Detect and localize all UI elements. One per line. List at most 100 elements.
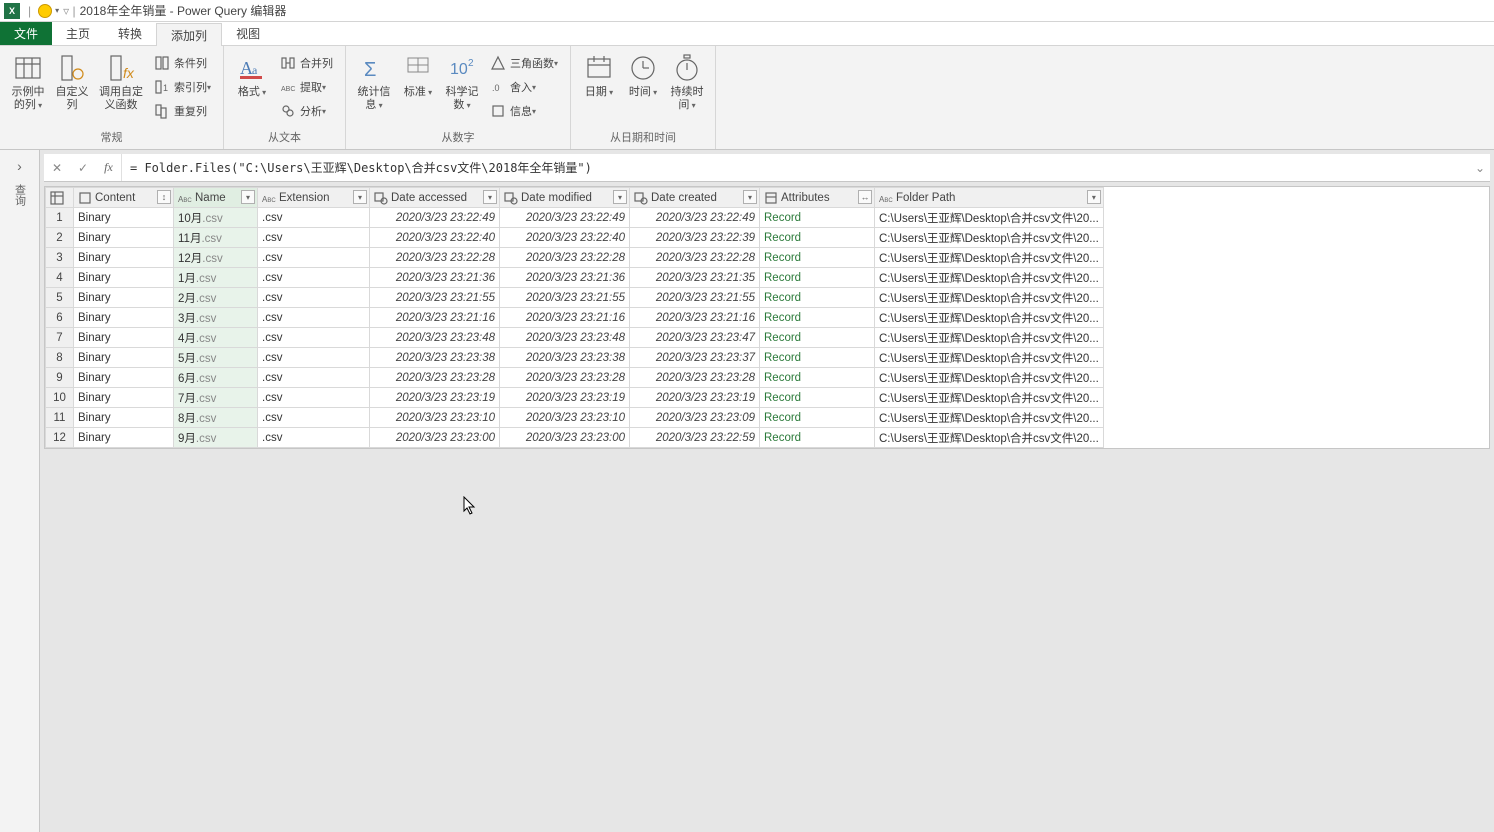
cell-date-created[interactable]: 2020/3/23 23:23:09 xyxy=(630,408,760,428)
cell-attributes[interactable]: Record xyxy=(760,228,875,248)
cell-extension[interactable]: .csv xyxy=(258,228,370,248)
row-number[interactable]: 9 xyxy=(46,368,74,388)
table-row[interactable]: 10Binary7月.csv.csv2020/3/23 23:23:192020… xyxy=(46,388,1104,408)
cell-folder-path[interactable]: C:\Users\王亚辉\Desktop\合并csv文件\20... xyxy=(875,288,1104,308)
cell-content[interactable]: Binary xyxy=(74,308,174,328)
parse-button[interactable]: 分析 xyxy=(276,100,337,122)
cell-name[interactable]: 3月.csv xyxy=(174,308,258,328)
cell-date-accessed[interactable]: 2020/3/23 23:21:16 xyxy=(370,308,500,328)
cell-name[interactable]: 4月.csv xyxy=(174,328,258,348)
column-header-date-modified[interactable]: Date modified▾ xyxy=(500,188,630,208)
cell-name[interactable]: 2月.csv xyxy=(174,288,258,308)
cell-date-modified[interactable]: 2020/3/23 23:23:38 xyxy=(500,348,630,368)
cell-name[interactable]: 9月.csv xyxy=(174,428,258,448)
row-number[interactable]: 2 xyxy=(46,228,74,248)
extract-button[interactable]: ABC提取 xyxy=(276,76,337,98)
cell-date-accessed[interactable]: 2020/3/23 23:23:38 xyxy=(370,348,500,368)
tab-view[interactable]: 视图 xyxy=(222,22,274,45)
cell-extension[interactable]: .csv xyxy=(258,388,370,408)
filter-extension-icon[interactable]: ▾ xyxy=(353,190,367,204)
cell-date-modified[interactable]: 2020/3/23 23:23:48 xyxy=(500,328,630,348)
cell-content[interactable]: Binary xyxy=(74,428,174,448)
cell-extension[interactable]: .csv xyxy=(258,328,370,348)
cell-date-modified[interactable]: 2020/3/23 23:22:49 xyxy=(500,208,630,228)
column-header-date-created[interactable]: Date created▾ xyxy=(630,188,760,208)
column-header-attributes[interactable]: Attributes↔ xyxy=(760,188,875,208)
table-row[interactable]: 4Binary1月.csv.csv2020/3/23 23:21:362020/… xyxy=(46,268,1104,288)
cell-date-modified[interactable]: 2020/3/23 23:23:19 xyxy=(500,388,630,408)
cell-content[interactable]: Binary xyxy=(74,408,174,428)
cell-date-modified[interactable]: 2020/3/23 23:22:40 xyxy=(500,228,630,248)
queries-label[interactable]: 查询 xyxy=(12,184,28,206)
filter-accessed-icon[interactable]: ▾ xyxy=(483,190,497,204)
accept-formula-button[interactable]: ✓ xyxy=(70,154,96,181)
row-number[interactable]: 11 xyxy=(46,408,74,428)
filter-created-icon[interactable]: ▾ xyxy=(743,190,757,204)
index-column-button[interactable]: 1索引列 xyxy=(150,76,215,98)
cell-content[interactable]: Binary xyxy=(74,348,174,368)
information-button[interactable]: 信息 xyxy=(486,100,562,122)
cell-content[interactable]: Binary xyxy=(74,388,174,408)
time-button[interactable]: 时间 xyxy=(621,50,665,99)
cell-content[interactable]: Binary xyxy=(74,368,174,388)
cell-attributes[interactable]: Record xyxy=(760,408,875,428)
cell-date-created[interactable]: 2020/3/23 23:23:47 xyxy=(630,328,760,348)
filter-modified-icon[interactable]: ▾ xyxy=(613,190,627,204)
table-row[interactable]: 2Binary11月.csv.csv2020/3/23 23:22:402020… xyxy=(46,228,1104,248)
table-row[interactable]: 1Binary10月.csv.csv2020/3/23 23:22:492020… xyxy=(46,208,1104,228)
row-number[interactable]: 5 xyxy=(46,288,74,308)
cell-date-created[interactable]: 2020/3/23 23:23:37 xyxy=(630,348,760,368)
cell-date-accessed[interactable]: 2020/3/23 23:21:55 xyxy=(370,288,500,308)
cell-extension[interactable]: .csv xyxy=(258,208,370,228)
merge-columns-button[interactable]: 合并列 xyxy=(276,52,337,74)
cell-folder-path[interactable]: C:\Users\王亚辉\Desktop\合并csv文件\20... xyxy=(875,368,1104,388)
cell-folder-path[interactable]: C:\Users\王亚辉\Desktop\合并csv文件\20... xyxy=(875,388,1104,408)
conditional-column-button[interactable]: 条件列 xyxy=(150,52,215,74)
cell-date-accessed[interactable]: 2020/3/23 23:23:00 xyxy=(370,428,500,448)
filter-folder-icon[interactable]: ▾ xyxy=(1087,190,1101,204)
filter-name-icon[interactable]: ▾ xyxy=(241,190,255,204)
scientific-button[interactable]: 102 科学记数 xyxy=(440,50,484,112)
column-header-name[interactable]: ABCName▾ xyxy=(174,188,258,208)
format-button[interactable]: Aa 格式 xyxy=(230,50,274,99)
cell-folder-path[interactable]: C:\Users\王亚辉\Desktop\合并csv文件\20... xyxy=(875,228,1104,248)
column-header-extension[interactable]: ABCExtension▾ xyxy=(258,188,370,208)
cell-date-created[interactable]: 2020/3/23 23:21:55 xyxy=(630,288,760,308)
expand-formula-icon[interactable]: ⌄ xyxy=(1470,161,1490,175)
table-row[interactable]: 3Binary12月.csv.csv2020/3/23 23:22:282020… xyxy=(46,248,1104,268)
cell-folder-path[interactable]: C:\Users\王亚辉\Desktop\合并csv文件\20... xyxy=(875,268,1104,288)
cell-extension[interactable]: .csv xyxy=(258,428,370,448)
row-number[interactable]: 3 xyxy=(46,248,74,268)
tab-transform[interactable]: 转换 xyxy=(104,22,156,45)
cell-content[interactable]: Binary xyxy=(74,248,174,268)
select-all-corner[interactable] xyxy=(46,188,74,208)
cell-date-accessed[interactable]: 2020/3/23 23:22:49 xyxy=(370,208,500,228)
cell-attributes[interactable]: Record xyxy=(760,368,875,388)
cell-folder-path[interactable]: C:\Users\王亚辉\Desktop\合并csv文件\20... xyxy=(875,248,1104,268)
cell-date-modified[interactable]: 2020/3/23 23:21:36 xyxy=(500,268,630,288)
column-header-folder-path[interactable]: ABCFolder Path▾ xyxy=(875,188,1104,208)
cell-date-created[interactable]: 2020/3/23 23:22:39 xyxy=(630,228,760,248)
table-row[interactable]: 9Binary6月.csv.csv2020/3/23 23:23:282020/… xyxy=(46,368,1104,388)
cell-attributes[interactable]: Record xyxy=(760,208,875,228)
cell-extension[interactable]: .csv xyxy=(258,268,370,288)
formula-text[interactable]: = Folder.Files("C:\Users\王亚辉\Desktop\合并c… xyxy=(122,159,1470,176)
table-row[interactable]: 12Binary9月.csv.csv2020/3/23 23:23:002020… xyxy=(46,428,1104,448)
cell-content[interactable]: Binary xyxy=(74,328,174,348)
cell-attributes[interactable]: Record xyxy=(760,268,875,288)
custom-column-button[interactable]: 自定义列 xyxy=(50,50,94,112)
cell-extension[interactable]: .csv xyxy=(258,368,370,388)
fx-icon[interactable]: fx xyxy=(96,154,122,181)
tab-home[interactable]: 主页 xyxy=(52,22,104,45)
cell-date-created[interactable]: 2020/3/23 23:22:59 xyxy=(630,428,760,448)
cell-date-modified[interactable]: 2020/3/23 23:23:00 xyxy=(500,428,630,448)
row-number[interactable]: 8 xyxy=(46,348,74,368)
cell-folder-path[interactable]: C:\Users\王亚辉\Desktop\合并csv文件\20... xyxy=(875,428,1104,448)
cell-name[interactable]: 11月.csv xyxy=(174,228,258,248)
cell-date-modified[interactable]: 2020/3/23 23:23:28 xyxy=(500,368,630,388)
cell-date-created[interactable]: 2020/3/23 23:23:19 xyxy=(630,388,760,408)
table-row[interactable]: 7Binary4月.csv.csv2020/3/23 23:23:482020/… xyxy=(46,328,1104,348)
row-number[interactable]: 6 xyxy=(46,308,74,328)
trig-button[interactable]: 三角函数 xyxy=(486,52,562,74)
cell-name[interactable]: 5月.csv xyxy=(174,348,258,368)
